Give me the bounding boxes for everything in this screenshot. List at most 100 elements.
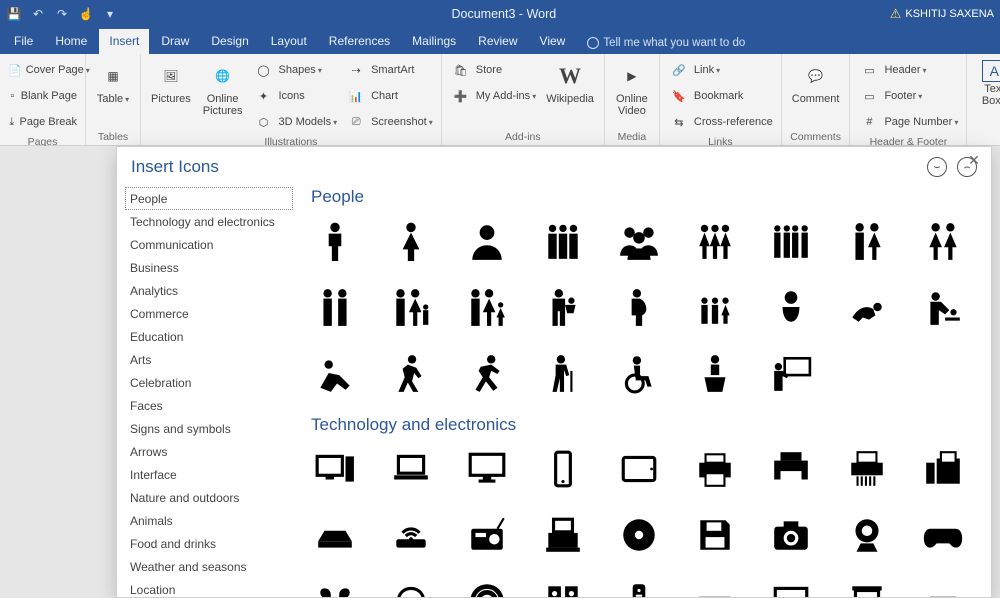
tab-mailings[interactable]: Mailings	[402, 29, 466, 54]
wikipedia-button[interactable]: WWikipedia	[542, 58, 598, 108]
category-food-and-drinks[interactable]: Food and drinks	[125, 532, 293, 555]
category-nature-and-outdoors[interactable]: Nature and outdoors	[125, 486, 293, 509]
icon-couple-mf[interactable]	[843, 217, 891, 265]
icon-group-men[interactable]	[539, 217, 587, 265]
icon-camera[interactable]	[767, 511, 815, 559]
icon-speaker-podium[interactable]	[691, 349, 739, 397]
icon-crawling-baby[interactable]	[843, 283, 891, 331]
footer-button[interactable]: ▭Footer	[856, 84, 960, 108]
icon-pregnant[interactable]	[615, 283, 663, 331]
text-box-button[interactable]: AText Box	[973, 58, 1000, 109]
icon-walking[interactable]	[387, 349, 435, 397]
icon-children-group[interactable]	[691, 283, 739, 331]
icon-printer[interactable]	[691, 445, 739, 493]
icon-user[interactable]	[463, 217, 511, 265]
icon-floppy-disk[interactable]	[691, 511, 739, 559]
icon-speakers[interactable]	[539, 577, 587, 597]
screenshot-button[interactable]: ⎚Screenshot	[343, 110, 435, 134]
icon-man[interactable]	[311, 217, 359, 265]
icon-game-controller[interactable]	[919, 511, 967, 559]
comment-button[interactable]: 💬Comment	[788, 58, 844, 108]
icon-dvd-player[interactable]	[691, 577, 739, 597]
icon-teacher-board[interactable]	[767, 349, 815, 397]
3d-models-button[interactable]: ⬡3D Models	[251, 110, 340, 134]
icon-smartphone[interactable]	[539, 445, 587, 493]
online-video-button[interactable]: ▶Online Video	[611, 58, 653, 119]
store-button[interactable]: 🛍Store	[448, 58, 538, 82]
shapes-button[interactable]: ◯Shapes	[251, 58, 340, 82]
icon-laptop[interactable]	[387, 445, 435, 493]
link-button[interactable]: 🔗Link	[666, 58, 775, 82]
icons-button[interactable]: ✦Icons	[251, 84, 340, 108]
category-celebration[interactable]: Celebration	[125, 371, 293, 394]
category-weather-and-seasons[interactable]: Weather and seasons	[125, 555, 293, 578]
tab-view[interactable]: View	[530, 29, 576, 54]
online-pictures-button[interactable]: 🌐Online Pictures	[199, 58, 247, 119]
icon-scanner[interactable]	[311, 511, 359, 559]
icon-remote[interactable]	[615, 577, 663, 597]
category-commerce[interactable]: Commerce	[125, 302, 293, 325]
icon-monitor[interactable]	[463, 445, 511, 493]
category-technology-and-electronics[interactable]: Technology and electronics	[125, 210, 293, 233]
tab-insert[interactable]: Insert	[99, 29, 149, 54]
page-break-button[interactable]: ⤓Page Break	[6, 110, 79, 134]
category-animals[interactable]: Animals	[125, 509, 293, 532]
icon-crawling-person[interactable]	[311, 349, 359, 397]
icon-baby[interactable]	[767, 283, 815, 331]
table-button[interactable]: ▦ Table	[92, 58, 134, 108]
tab-file[interactable]: File	[4, 29, 43, 54]
smartart-button[interactable]: ⇢SmartArt	[343, 58, 435, 82]
icon-cd[interactable]	[615, 511, 663, 559]
icon-running[interactable]	[463, 349, 511, 397]
undo-icon[interactable]: ↶	[30, 6, 46, 22]
icon-tablet[interactable]	[615, 445, 663, 493]
tab-references[interactable]: References	[319, 29, 400, 54]
icon-family-mf-child[interactable]	[387, 283, 435, 331]
icon-family-children[interactable]	[463, 283, 511, 331]
icon-earbuds[interactable]	[311, 577, 359, 597]
icon-radio[interactable]	[463, 511, 511, 559]
tell-me-search[interactable]: Tell me what you want to do	[581, 32, 751, 54]
category-arrows[interactable]: Arrows	[125, 440, 293, 463]
qat-customize-icon[interactable]: ▾	[102, 6, 118, 22]
header-button[interactable]: ▭Header	[856, 58, 960, 82]
icon-typewriter[interactable]	[539, 511, 587, 559]
tab-design[interactable]: Design	[201, 29, 258, 54]
category-analytics[interactable]: Analytics	[125, 279, 293, 302]
icon-projector-screen[interactable]	[843, 577, 891, 597]
icon-desktop-pc[interactable]	[311, 445, 359, 493]
category-signs-and-symbols[interactable]: Signs and symbols	[125, 417, 293, 440]
close-button[interactable]: ✕	[963, 151, 985, 169]
tab-review[interactable]: Review	[468, 29, 527, 54]
category-location[interactable]: Location	[125, 578, 293, 597]
cross-reference-button[interactable]: ⇆Cross-reference	[666, 110, 775, 134]
icon-users-busts[interactable]	[615, 217, 663, 265]
category-communication[interactable]: Communication	[125, 233, 293, 256]
icon-router[interactable]	[387, 511, 435, 559]
feedback-smile-icon[interactable]: ⌣	[927, 157, 947, 177]
icon-printer-solid[interactable]	[767, 445, 815, 493]
icon-group-four[interactable]	[767, 217, 815, 265]
category-interface[interactable]: Interface	[125, 463, 293, 486]
save-icon[interactable]: 💾	[6, 6, 22, 22]
category-arts[interactable]: Arts	[125, 348, 293, 371]
my-addins-button[interactable]: ➕My Add-ins	[448, 84, 538, 108]
category-education[interactable]: Education	[125, 325, 293, 348]
icon-wheelchair[interactable]	[615, 349, 663, 397]
category-faces[interactable]: Faces	[125, 394, 293, 417]
icon-shredder[interactable]	[843, 445, 891, 493]
category-people[interactable]: People	[125, 187, 293, 210]
icon-two-men[interactable]	[311, 283, 359, 331]
icon-vinyl[interactable]	[463, 577, 511, 597]
tab-layout[interactable]: Layout	[261, 29, 317, 54]
account-area[interactable]: ⚠ KSHITIJ SAXENA	[890, 6, 994, 22]
tab-draw[interactable]: Draw	[151, 29, 199, 54]
icon-elderly-cane[interactable]	[539, 349, 587, 397]
icon-two-women[interactable]	[919, 217, 967, 265]
icon-fax[interactable]	[919, 445, 967, 493]
icon-parent-hold-child[interactable]	[539, 283, 587, 331]
icon-webcam[interactable]	[843, 511, 891, 559]
icon-projector[interactable]	[919, 577, 967, 597]
icon-tv[interactable]	[767, 577, 815, 597]
cover-page-button[interactable]: 📄Cover Page	[6, 58, 79, 82]
